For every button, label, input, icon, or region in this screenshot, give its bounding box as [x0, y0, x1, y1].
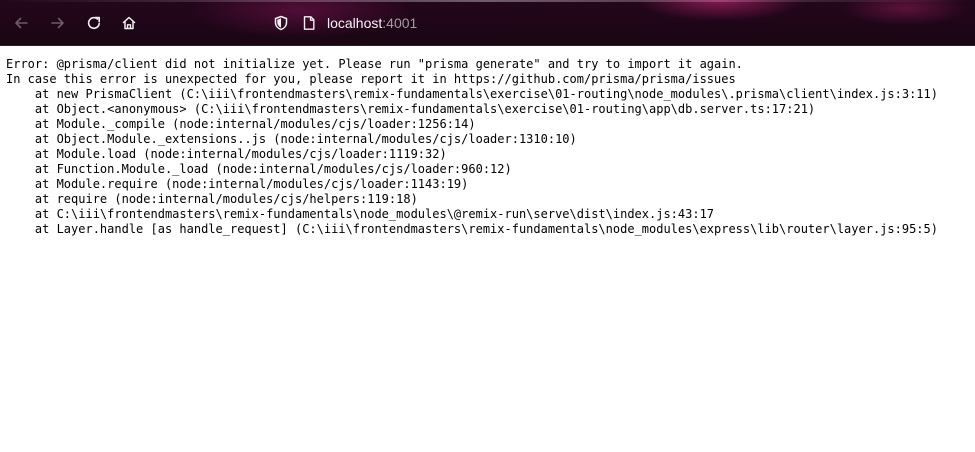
stack-trace-line: at require (node:internal/modules/cjs/he… — [6, 192, 418, 206]
error-hint-line: In case this error is unexpected for you… — [6, 72, 736, 86]
stack-trace-line: at Module.require (node:internal/modules… — [6, 177, 469, 191]
forward-button[interactable] — [47, 12, 69, 34]
reload-icon — [86, 15, 102, 31]
stack-trace-line: at Object.<anonymous> (C:\iii\frontendma… — [6, 102, 816, 116]
reload-button[interactable] — [83, 12, 105, 34]
stack-trace-line: at C:\iii\frontendmasters\remix-fundamen… — [6, 207, 715, 221]
error-message-line: Error: @prisma/client did not initialize… — [6, 57, 743, 71]
stack-trace-line: at Object.Module._extensions..js (node:i… — [6, 132, 577, 146]
toolbar-highlight — [0, 0, 975, 2]
stack-trace-line: at Module.load (node:internal/modules/cj… — [6, 147, 447, 161]
url-bar[interactable]: localhost:4001 — [268, 10, 568, 36]
shield-icon[interactable] — [273, 15, 289, 35]
arrow-left-icon — [13, 15, 29, 31]
page-icon — [301, 15, 317, 35]
url-text[interactable]: localhost:4001 — [327, 15, 417, 31]
error-page: Error: @prisma/client did not initialize… — [6, 57, 966, 237]
stack-trace-line: at Function.Module._load (node:internal/… — [6, 162, 512, 176]
browser-toolbar: localhost:4001 — [0, 0, 975, 46]
home-button[interactable] — [118, 12, 140, 34]
url-port: :4001 — [382, 15, 418, 31]
url-host: localhost — [327, 15, 383, 31]
stack-trace-line: at Layer.handle [as handle_request] (C:\… — [6, 222, 938, 236]
back-button[interactable] — [10, 12, 32, 34]
stack-trace-line: at Module._compile (node:internal/module… — [6, 117, 476, 131]
home-icon — [121, 15, 137, 31]
arrow-right-icon — [50, 15, 66, 31]
stack-trace-line: at new PrismaClient (C:\iii\frontendmast… — [6, 87, 938, 101]
